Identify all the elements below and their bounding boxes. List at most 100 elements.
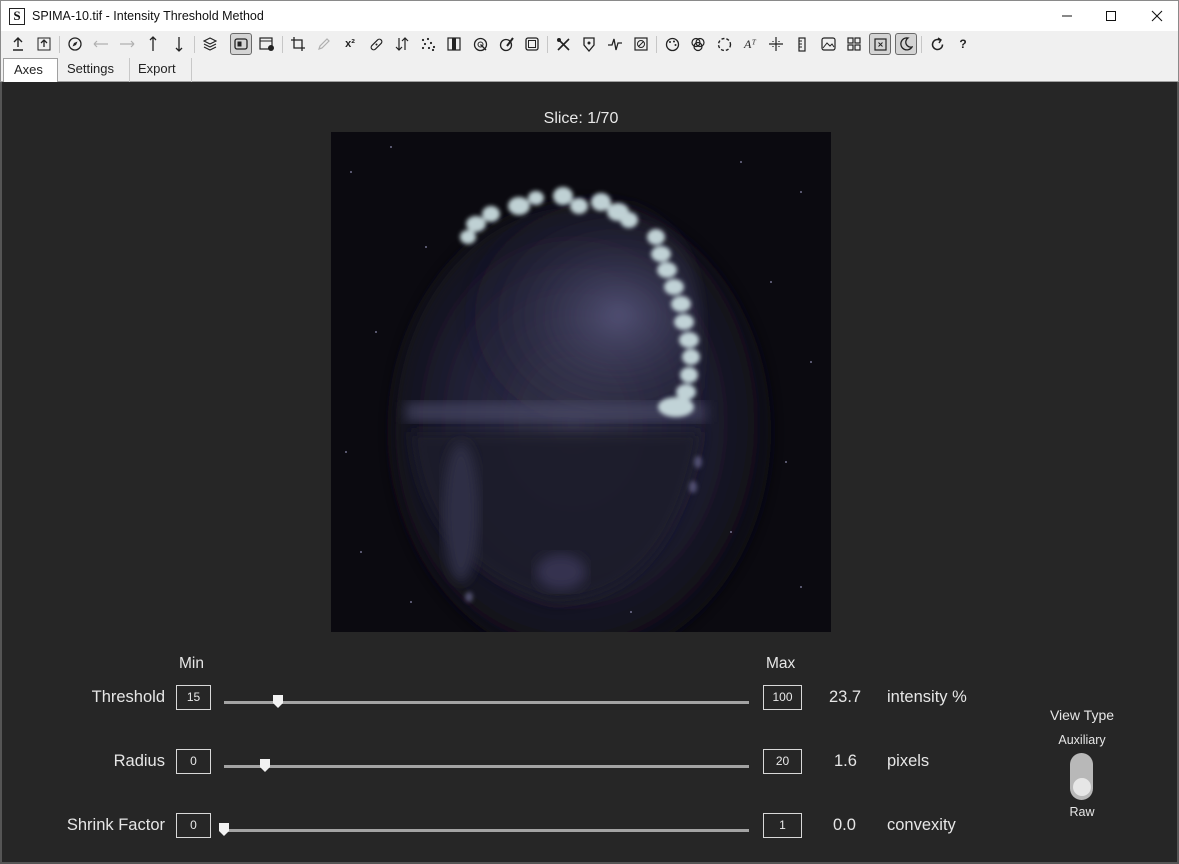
rgb-circles-button[interactable] [687, 33, 709, 55]
frame-icon [525, 37, 539, 51]
layers-button[interactable] [199, 33, 221, 55]
min-column-header: Min [179, 655, 204, 672]
radius-max-field[interactable]: 20 [763, 749, 802, 774]
image-button[interactable] [817, 33, 839, 55]
arrow-up-button[interactable] [142, 33, 164, 55]
rgb-circles-icon [691, 37, 705, 51]
shrink-factor-label: Shrink Factor [66, 816, 165, 834]
close-box-button[interactable] [869, 33, 891, 55]
shrink-factor-value: 0.0 [833, 816, 856, 834]
waveform-button[interactable] [604, 33, 626, 55]
radius-label: Radius [113, 752, 165, 770]
view-type-raw-label: Raw [1069, 805, 1095, 819]
palette-icon [665, 37, 679, 51]
dashed-circle-icon [717, 37, 731, 51]
threshold-slider-thumb[interactable] [273, 695, 283, 708]
crosshair-button[interactable] [765, 33, 787, 55]
close-button[interactable] [1134, 1, 1179, 31]
view-type-toggle-knob[interactable] [1073, 778, 1091, 796]
arrow-up-icon [149, 36, 157, 51]
arrow-down-icon [175, 37, 183, 52]
pencil-icon [318, 38, 330, 50]
upload-box-icon [37, 37, 51, 51]
crosshair-icon [769, 37, 783, 51]
arrow-right-button[interactable] [116, 33, 138, 55]
close-box-icon [873, 37, 887, 51]
arrow-left-button[interactable] [90, 33, 112, 55]
compass-button[interactable] [64, 33, 86, 55]
threshold-label: Threshold [91, 688, 165, 706]
shrink-factor-max-field[interactable]: 1 [763, 813, 802, 838]
superscript-button[interactable]: x² [339, 33, 361, 55]
text-a-icon: Aᵀ [744, 36, 756, 51]
microscopy-image-canvas [331, 132, 831, 632]
brush-circle-icon [499, 36, 514, 51]
radius-min-field[interactable]: 0 [176, 749, 211, 774]
window-settings-icon [259, 37, 274, 51]
refresh-button[interactable] [926, 33, 948, 55]
sort-icon [395, 37, 409, 51]
ruler-button[interactable] [791, 33, 813, 55]
frame-button[interactable] [521, 33, 543, 55]
scatter-dots-button[interactable] [417, 33, 439, 55]
shield-icon [583, 36, 595, 52]
waveform-icon [608, 38, 622, 51]
upload-box-button[interactable] [33, 33, 55, 55]
help-button[interactable]: ? [952, 33, 974, 55]
threshold-min-field[interactable]: 15 [176, 685, 211, 710]
panel-toggle-button[interactable] [230, 33, 252, 55]
circle-slash-icon [634, 37, 648, 51]
dashed-circle-button[interactable] [713, 33, 735, 55]
arrow-left-icon [93, 40, 108, 48]
tools-button[interactable] [552, 33, 574, 55]
tab-export[interactable]: Export [130, 58, 192, 82]
radius-unit: pixels [887, 752, 930, 770]
tab-axes[interactable]: Axes [3, 58, 58, 83]
crop-button[interactable] [287, 33, 309, 55]
tab-settings[interactable]: Settings [58, 58, 130, 82]
moon-icon [900, 37, 913, 51]
ruler-icon [798, 36, 806, 52]
dark-mode-button[interactable] [895, 33, 917, 55]
split-view-button[interactable] [443, 33, 465, 55]
circle-scan-button[interactable] [469, 33, 491, 55]
microscopy-image[interactable] [331, 132, 831, 632]
bandage-button[interactable] [365, 33, 387, 55]
slice-label: Slice: 1/70 [543, 110, 619, 127]
tab-bar: Axes Settings Export [0, 58, 1179, 83]
threshold-max-field[interactable]: 100 [763, 685, 802, 710]
arrow-down-button[interactable] [168, 33, 190, 55]
close-icon [1151, 10, 1163, 22]
app-logo-icon: S [9, 8, 25, 25]
radius-slider-thumb[interactable] [260, 759, 270, 772]
grid-button[interactable] [843, 33, 865, 55]
minimize-button[interactable] [1044, 1, 1090, 31]
maximize-button[interactable] [1088, 1, 1134, 31]
circle-scan-icon [473, 37, 487, 51]
shrink-factor-min-field[interactable]: 0 [176, 813, 211, 838]
text-button[interactable]: Aᵀ [739, 33, 761, 55]
view-type-title: View Type [1049, 707, 1115, 723]
superscript-icon: x² [345, 38, 355, 50]
upload-button[interactable] [7, 33, 29, 55]
radius-value: 1.6 [834, 752, 857, 770]
brush-circle-button[interactable] [495, 33, 517, 55]
bandage-icon [370, 38, 382, 50]
threshold-slider-track[interactable] [224, 701, 749, 704]
grid-icon [847, 37, 861, 51]
window-settings-button[interactable] [256, 33, 278, 55]
shrink-factor-slider-thumb[interactable] [219, 823, 229, 836]
radius-slider-track[interactable] [224, 765, 749, 768]
title-bar: S SPIMA-10.tif - Intensity Threshold Met… [0, 0, 1179, 31]
scatter-dots-icon [421, 37, 436, 51]
pencil-button[interactable] [313, 33, 335, 55]
shield-button[interactable] [578, 33, 600, 55]
shrink-factor-slider-track[interactable] [224, 829, 749, 832]
palette-button[interactable] [661, 33, 683, 55]
threshold-unit: intensity % [887, 688, 967, 706]
circle-slash-button[interactable] [630, 33, 652, 55]
upload-icon [13, 37, 23, 51]
sort-button[interactable] [391, 33, 413, 55]
panel-active-icon [234, 38, 248, 50]
layers-icon [203, 37, 217, 51]
